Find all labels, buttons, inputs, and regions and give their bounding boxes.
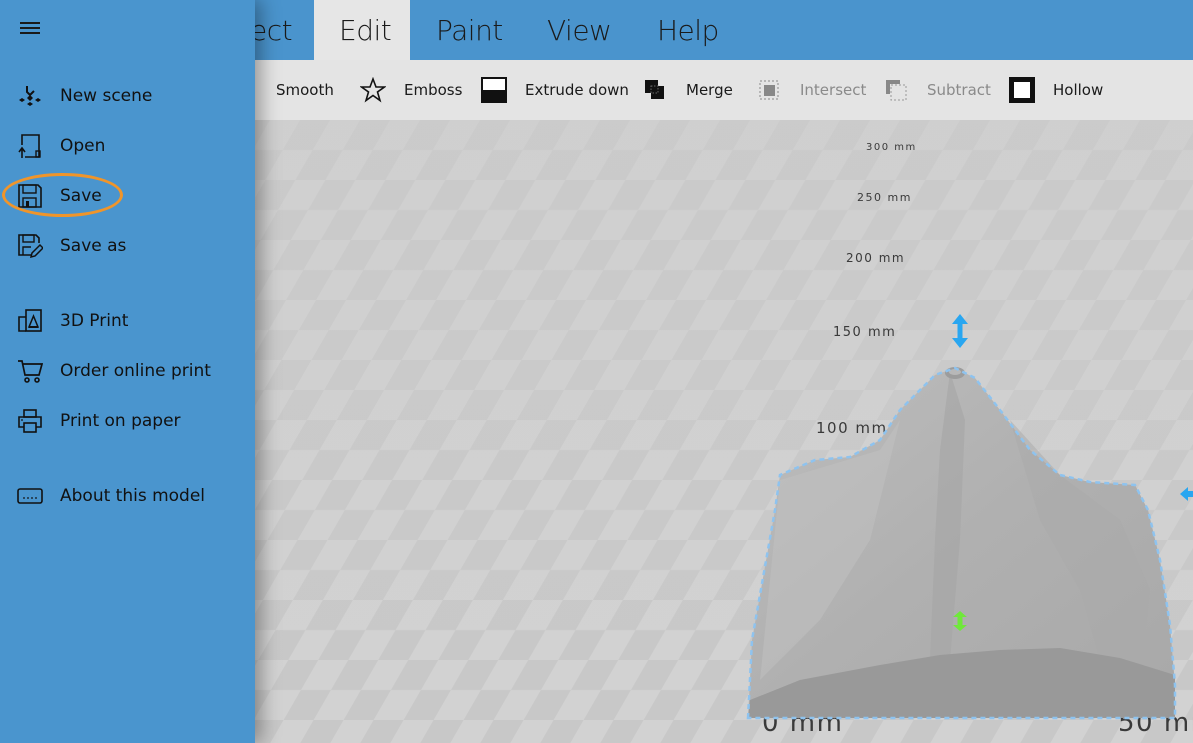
subtract-button[interactable]: Subtract xyxy=(883,60,991,120)
hollow-icon xyxy=(1009,77,1035,103)
intersect-label: Intersect xyxy=(800,81,867,99)
menu-item-label: Save as xyxy=(60,236,127,256)
subtract-icon xyxy=(883,77,909,103)
menu-item-label: About this model xyxy=(60,486,206,506)
file-menu-sidebar: New scene Open Save Save as 3D Print Ord… xyxy=(0,0,255,743)
menu-item-label: Open xyxy=(60,136,106,156)
subtract-label: Subtract xyxy=(927,81,991,99)
emboss-label: Emboss xyxy=(404,81,463,99)
extrude-down-button[interactable]: Extrude down xyxy=(481,60,629,120)
tab-edit[interactable]: Edit xyxy=(314,0,410,60)
menu-item-print-on-paper[interactable]: Print on paper xyxy=(0,399,255,443)
about-icon xyxy=(17,483,43,509)
save-icon xyxy=(17,183,43,209)
extrude-down-label: Extrude down xyxy=(525,81,629,99)
menu-item-new-scene[interactable]: New scene xyxy=(0,74,255,118)
emboss-button[interactable]: Emboss xyxy=(360,60,462,120)
star-icon xyxy=(360,77,386,103)
menu-item-label: Order online print xyxy=(60,361,211,381)
merge-icon xyxy=(642,77,668,103)
save-as-icon xyxy=(17,233,43,259)
cart-icon xyxy=(17,358,43,384)
new-scene-icon xyxy=(17,83,43,109)
tab-view[interactable]: View xyxy=(522,0,636,60)
tab-view-label: View xyxy=(547,14,612,47)
menu-item-3d-print[interactable]: 3D Print xyxy=(0,299,255,343)
tab-edit-label: Edit xyxy=(339,14,392,47)
merge-label: Merge xyxy=(686,81,733,99)
tab-object-label: ect xyxy=(250,14,293,47)
merge-button[interactable]: Merge xyxy=(642,60,733,120)
menu-item-about-this-model[interactable]: About this model xyxy=(0,474,255,518)
hollow-label: Hollow xyxy=(1053,81,1104,99)
printer-icon xyxy=(17,408,43,434)
intersect-icon xyxy=(756,77,782,103)
menu-item-open[interactable]: Open xyxy=(0,124,255,168)
resize-handle-arrow-icon[interactable] xyxy=(1180,486,1193,502)
intersect-button[interactable]: Intersect xyxy=(756,60,866,120)
hollow-button[interactable]: Hollow xyxy=(1009,60,1103,120)
menu-item-save-as[interactable]: Save as xyxy=(0,224,255,268)
extrude-down-icon xyxy=(481,77,507,103)
tab-paint-label: Paint xyxy=(436,14,503,47)
menu-item-label: Print on paper xyxy=(60,411,181,431)
menu-item-label: Save xyxy=(60,186,102,206)
menu-item-label: New scene xyxy=(60,86,153,106)
tab-help-label: Help xyxy=(657,14,719,47)
height-handle-arrow-icon[interactable] xyxy=(950,313,970,349)
smooth-label: Smooth xyxy=(276,81,334,99)
menu-item-label: 3D Print xyxy=(60,311,129,331)
menu-item-order-online-print[interactable]: Order online print xyxy=(0,349,255,393)
open-icon xyxy=(17,133,43,159)
hamburger-icon[interactable] xyxy=(20,22,40,38)
tab-help[interactable]: Help xyxy=(632,0,744,60)
tab-paint[interactable]: Paint xyxy=(411,0,528,60)
move-handle-arrow-icon[interactable] xyxy=(951,610,969,632)
3d-print-icon xyxy=(17,308,43,334)
menu-item-save[interactable]: Save xyxy=(0,174,255,218)
